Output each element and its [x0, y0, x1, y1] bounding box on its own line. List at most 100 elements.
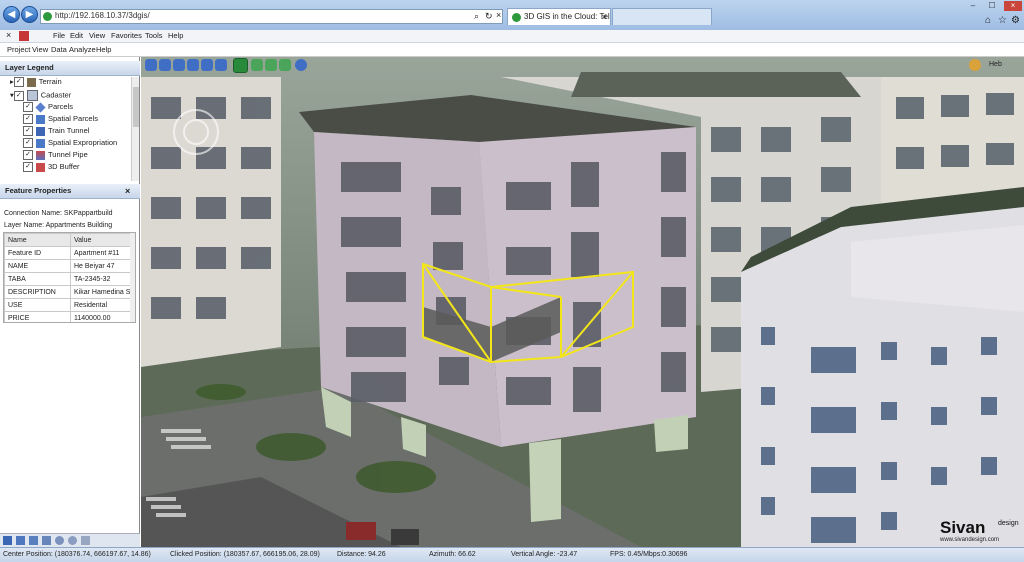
layer-label: Parcels	[48, 102, 74, 111]
properties-table-wrap: Name Value Feature ID Apartment #11 NAME H…	[3, 232, 136, 323]
table-row[interactable]: DESCRIPTION Kikar Hamedina S	[4, 285, 131, 299]
tab-close-icon[interactable]: ×	[602, 9, 607, 25]
layer-item-train-tunnel[interactable]: ✓ Train Tunnel	[23, 126, 89, 138]
table-row[interactable]: USE Residental	[4, 298, 131, 312]
property-name: DESCRIPTION	[4, 285, 71, 299]
distance-readout: Distance: 94.26	[337, 551, 386, 558]
layer-checkbox[interactable]: ✓	[23, 126, 33, 137]
property-value: Residental	[70, 298, 131, 312]
save-view-icon[interactable]	[201, 59, 213, 71]
minimize-button[interactable]: –	[966, 1, 980, 11]
home-icon[interactable]: ⌂	[985, 15, 991, 26]
table-row[interactable]: Feature ID Apartment #11	[4, 246, 131, 260]
refresh-icon[interactable]: ↻	[485, 11, 493, 22]
close-icon[interactable]: ×	[125, 184, 130, 198]
language-select[interactable]: Heb	[989, 61, 1002, 68]
settings-icon[interactable]	[81, 536, 90, 545]
help-icon[interactable]	[295, 59, 307, 71]
app-menu-view[interactable]: View	[32, 45, 48, 54]
brand-logo-sub: design	[998, 520, 1019, 527]
fly-icon[interactable]	[279, 59, 291, 71]
scrollbar-thumb[interactable]	[133, 87, 139, 127]
app-menu-help[interactable]: Help	[96, 45, 111, 54]
table-scrollbar[interactable]	[130, 233, 135, 322]
user-icon[interactable]	[969, 59, 981, 71]
addon-icon[interactable]	[19, 31, 29, 41]
save-icon[interactable]	[16, 536, 25, 545]
layer-checkbox[interactable]: ✓	[23, 138, 33, 149]
vertical-angle-readout: Vertical Angle: -23.47	[511, 551, 578, 558]
address-text: http://192.168.10.37/3dgis/	[55, 11, 150, 20]
layer-item-3d-buffer[interactable]: ✓ 3D Buffer	[23, 162, 80, 174]
terrain-tool-icon[interactable]	[251, 59, 263, 71]
layer-item-parcels[interactable]: ✓ Parcels	[23, 101, 74, 114]
navigate-icon[interactable]	[233, 58, 248, 73]
layer-item-terrain[interactable]: ▸ ✓ Terrain	[10, 77, 62, 89]
left-panel: Layer Legend ▸ ✓ Terrain ▾ ✓ Cadaster ✓ Parce…	[0, 57, 140, 547]
address-bar[interactable]: http://192.168.10.37/3dgis/ ⌕ ↻ ×	[40, 9, 503, 24]
menu-tools[interactable]: Tools	[145, 31, 163, 40]
search-icon[interactable]: ⌕	[474, 11, 479, 22]
window-close-button[interactable]: ×	[1004, 1, 1022, 11]
legend-scrollbar[interactable]	[131, 77, 139, 181]
tab-favicon-icon	[512, 13, 521, 22]
globe-icon[interactable]	[55, 536, 64, 545]
layer-item-cadaster[interactable]: ▾ ✓ Cadaster	[10, 90, 71, 102]
layer-item-spatial-expropriation[interactable]: ✓ Spatial Expropriation	[23, 138, 117, 150]
zoom-extent-icon[interactable]	[173, 59, 185, 71]
layer-label: Spatial Parcels	[48, 114, 99, 123]
3d-viewport[interactable]	[141, 57, 1024, 547]
app-menu-project[interactable]: Project	[7, 45, 30, 54]
favorites-star-icon[interactable]: ☆	[998, 15, 1007, 26]
new-icon[interactable]	[3, 536, 12, 545]
column-header-value[interactable]: Value	[70, 233, 131, 247]
table-row[interactable]: NAME He Beiyar 47	[4, 259, 131, 273]
menu-edit[interactable]: Edit	[70, 31, 83, 40]
maximize-button[interactable]: ☐	[985, 1, 999, 11]
menu-help[interactable]: Help	[168, 31, 183, 40]
layer-tool-icon[interactable]	[42, 536, 51, 545]
forward-button[interactable]: ▶	[21, 6, 38, 23]
property-value: 1140000.00	[70, 311, 131, 322]
layer-item-tunnel-pipe[interactable]: ✓ Tunnel Pipe	[23, 150, 88, 162]
layer-checkbox[interactable]: ✓	[23, 114, 33, 125]
back-button[interactable]: ◀	[3, 6, 20, 23]
spatial-expropriation-icon	[36, 138, 45, 148]
column-header-name[interactable]: Name	[4, 233, 71, 247]
layer-item-spatial-parcels[interactable]: ✓ Spatial Parcels	[23, 114, 98, 126]
zoom-icon[interactable]	[68, 536, 77, 545]
zoom-out-icon[interactable]	[159, 59, 171, 71]
close-icon[interactable]: ×	[496, 10, 501, 20]
layer-checkbox[interactable]: ✓	[13, 90, 24, 101]
browser-titlebar: ◀ ▶ http://192.168.10.37/3dgis/ ⌕ ↻ × 3D…	[0, 0, 1024, 30]
browser-menubar: × File Edit View Favorites Tools Help	[0, 30, 1024, 43]
zoom-in-icon[interactable]	[145, 59, 157, 71]
new-tab[interactable]	[612, 8, 712, 25]
layer-checkbox[interactable]: ✓	[13, 77, 24, 88]
menu-file[interactable]: File	[53, 31, 65, 40]
layer-label: Terrain	[38, 77, 62, 86]
app-menu-analyze[interactable]: Analyze	[69, 45, 96, 54]
parcels-icon	[35, 101, 46, 113]
pan-icon[interactable]	[215, 59, 227, 71]
terrain-icon	[26, 77, 36, 87]
layer-checkbox[interactable]: ✓	[23, 162, 33, 173]
menu-favorites[interactable]: Favorites	[111, 31, 142, 40]
zoom-window-icon[interactable]	[187, 59, 199, 71]
tunnel-pipe-icon	[36, 150, 45, 160]
table-row[interactable]: PRICE 1140000.00	[4, 311, 131, 322]
app-menu-data[interactable]: Data	[51, 45, 67, 54]
measure-icon[interactable]	[265, 59, 277, 71]
feature-properties-header: Feature Properties ×	[0, 184, 140, 199]
layer-checkbox[interactable]: ✓	[23, 102, 33, 113]
tab-3dgis[interactable]: 3D GIS in the Cloud: Tel Aviv ×	[507, 8, 611, 25]
table-row[interactable]: TABA TA-2345-32	[4, 272, 131, 286]
property-name: TABA	[4, 272, 71, 286]
settings-gear-icon[interactable]: ⚙	[1011, 15, 1020, 26]
menu-view[interactable]: View	[89, 31, 105, 40]
close-tab-icon[interactable]: ×	[6, 30, 11, 40]
layer-checkbox[interactable]: ✓	[23, 150, 33, 161]
layer-legend-header: Layer Legend	[0, 61, 140, 76]
delete-icon[interactable]	[29, 536, 38, 545]
brand-url: www.sivandesign.com	[940, 537, 1000, 543]
